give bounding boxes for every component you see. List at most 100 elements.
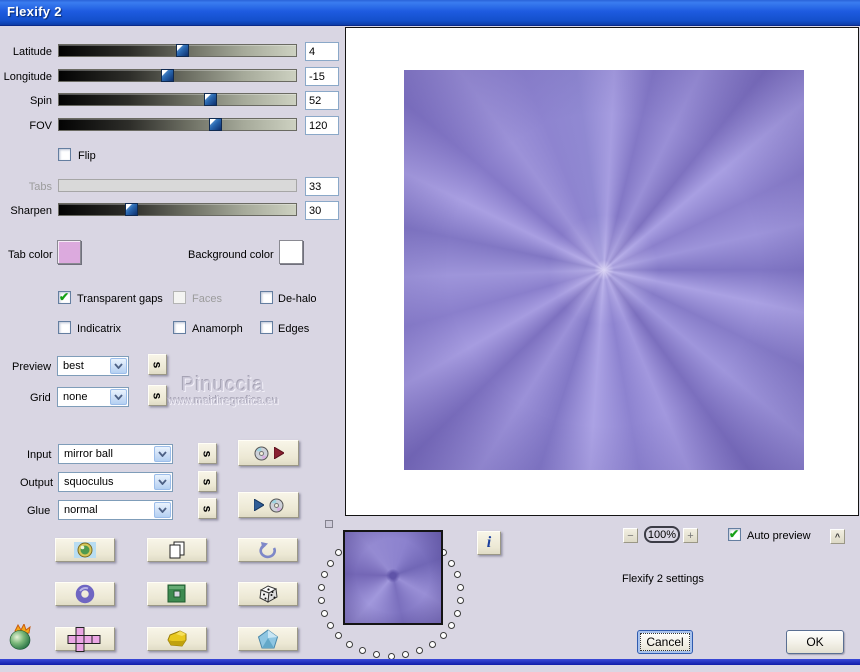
memory-dot[interactable] — [448, 559, 456, 567]
fov-slider[interactable] — [58, 118, 297, 131]
tabs-label: Tabs — [28, 181, 52, 193]
flexify-dialog: Flexify 2 Latitude Longitude Spin FOV Fl… — [0, 0, 860, 672]
edges-checkbox[interactable] — [260, 321, 273, 334]
anamorph-checkbox[interactable] — [173, 321, 186, 334]
glue-select[interactable]: normal — [58, 500, 173, 520]
spin-slider[interactable] — [58, 93, 297, 106]
flip-checkbox[interactable] — [58, 148, 71, 161]
collapse-button[interactable]: ^ — [830, 529, 845, 544]
glue-select-label: Glue — [27, 505, 51, 517]
yellow-solid-button[interactable] — [147, 627, 207, 651]
output-select-value: squoculus — [64, 476, 114, 488]
minus-icon: − — [627, 529, 634, 542]
memory-dot[interactable] — [317, 596, 325, 604]
dice-icon — [256, 584, 280, 605]
latitude-label: Latitude — [12, 46, 52, 58]
memory-dot[interactable] — [335, 631, 343, 639]
dehalo-checkbox[interactable] — [260, 291, 273, 304]
edges-label: Edges — [278, 323, 310, 335]
chevron-down-icon[interactable] — [154, 474, 171, 490]
output-select[interactable]: squoculus — [58, 472, 173, 492]
memory-dot[interactable] — [326, 559, 334, 567]
sharpen-slider-thumb[interactable] — [125, 203, 139, 216]
faces-label: Faces — [192, 293, 222, 305]
save-settings-button[interactable] — [238, 440, 299, 466]
zoom-out-button[interactable]: − — [623, 528, 638, 543]
tabs-slider — [58, 179, 297, 192]
background-color-label: Background color — [188, 249, 274, 261]
memory-dot[interactable] — [448, 621, 456, 629]
memory-dot[interactable] — [439, 631, 447, 639]
cancel-button[interactable]: Cancel — [637, 630, 693, 654]
memory-dot[interactable] — [415, 647, 423, 655]
copy-button[interactable] — [147, 538, 207, 562]
memory-dot[interactable] — [320, 571, 328, 579]
fov-slider-thumb[interactable] — [209, 118, 223, 131]
disc-icon — [254, 446, 269, 461]
dice-button[interactable] — [238, 582, 298, 606]
chip-button[interactable] — [147, 582, 207, 606]
memory-dot[interactable] — [372, 651, 380, 659]
anamorph-label: Anamorph — [192, 323, 243, 335]
preview-image[interactable] — [404, 70, 804, 470]
chevron-down-icon[interactable] — [154, 446, 171, 462]
copy-icon — [168, 541, 186, 559]
spin-value[interactable] — [305, 91, 339, 110]
memory-dot[interactable] — [457, 584, 465, 592]
globe-mode-button[interactable] — [55, 538, 115, 562]
pentagon-button[interactable] — [238, 627, 298, 651]
chevron-down-icon[interactable] — [110, 358, 127, 374]
auto-preview-checkbox[interactable] — [728, 527, 741, 541]
zoom-in-button[interactable]: + — [683, 528, 698, 543]
memory-dot[interactable] — [346, 640, 354, 648]
fov-label: FOV — [29, 120, 52, 132]
longitude-value[interactable] — [305, 67, 339, 86]
cube-net-button[interactable] — [55, 626, 115, 652]
indicatrix-checkbox[interactable] — [58, 321, 71, 334]
load-settings-button[interactable] — [238, 492, 299, 518]
memory-dot[interactable] — [359, 647, 367, 655]
preview-select[interactable]: best — [57, 356, 129, 376]
title-bar[interactable]: Flexify 2 — [0, 0, 860, 26]
input-shuffle-button[interactable]: s — [198, 443, 217, 464]
memory-dot[interactable] — [428, 640, 436, 648]
tabs-value[interactable] — [305, 177, 339, 196]
pear-logo[interactable] — [7, 624, 35, 651]
yellow-solid-icon — [166, 629, 188, 649]
undo-button[interactable] — [238, 538, 298, 562]
memory-dot[interactable] — [454, 571, 462, 579]
info-button[interactable]: i — [477, 531, 501, 555]
torus-button[interactable] — [55, 582, 115, 606]
memory-dot[interactable] — [454, 609, 462, 617]
chevron-down-icon[interactable] — [110, 389, 127, 405]
sharpen-slider[interactable] — [58, 203, 297, 216]
input-select[interactable]: mirror ball — [58, 444, 173, 464]
ok-button[interactable]: OK — [786, 630, 844, 654]
chevron-down-icon[interactable] — [154, 502, 171, 518]
latitude-slider-thumb[interactable] — [176, 44, 189, 57]
transparent-gaps-checkbox[interactable] — [58, 290, 71, 304]
latitude-slider[interactable] — [58, 44, 297, 57]
fov-value[interactable] — [305, 116, 339, 135]
memory-dot[interactable] — [317, 584, 325, 592]
spin-label: Spin — [29, 95, 52, 107]
memory-dot[interactable] — [402, 651, 410, 659]
preview-shuffle-button[interactable]: s — [148, 354, 167, 375]
sharpen-value[interactable] — [305, 201, 339, 220]
memory-dot[interactable] — [335, 549, 343, 556]
longitude-slider-thumb[interactable] — [161, 69, 175, 82]
tab-color-swatch[interactable] — [57, 240, 81, 264]
output-shuffle-button[interactable]: s — [198, 471, 217, 492]
background-color-swatch[interactable] — [279, 240, 303, 264]
preview-thumbnail[interactable] — [343, 530, 443, 625]
preview-panel — [345, 27, 859, 516]
memory-dot[interactable] — [320, 609, 328, 617]
grid-select[interactable]: none — [57, 387, 129, 407]
latitude-value[interactable] — [305, 42, 339, 61]
memory-dot[interactable] — [457, 596, 465, 604]
info-glyph: i — [486, 534, 492, 551]
longitude-slider[interactable] — [58, 69, 297, 82]
memory-dot[interactable] — [326, 621, 334, 629]
spin-slider-thumb[interactable] — [203, 93, 217, 106]
glue-shuffle-button[interactable]: s — [198, 498, 217, 519]
